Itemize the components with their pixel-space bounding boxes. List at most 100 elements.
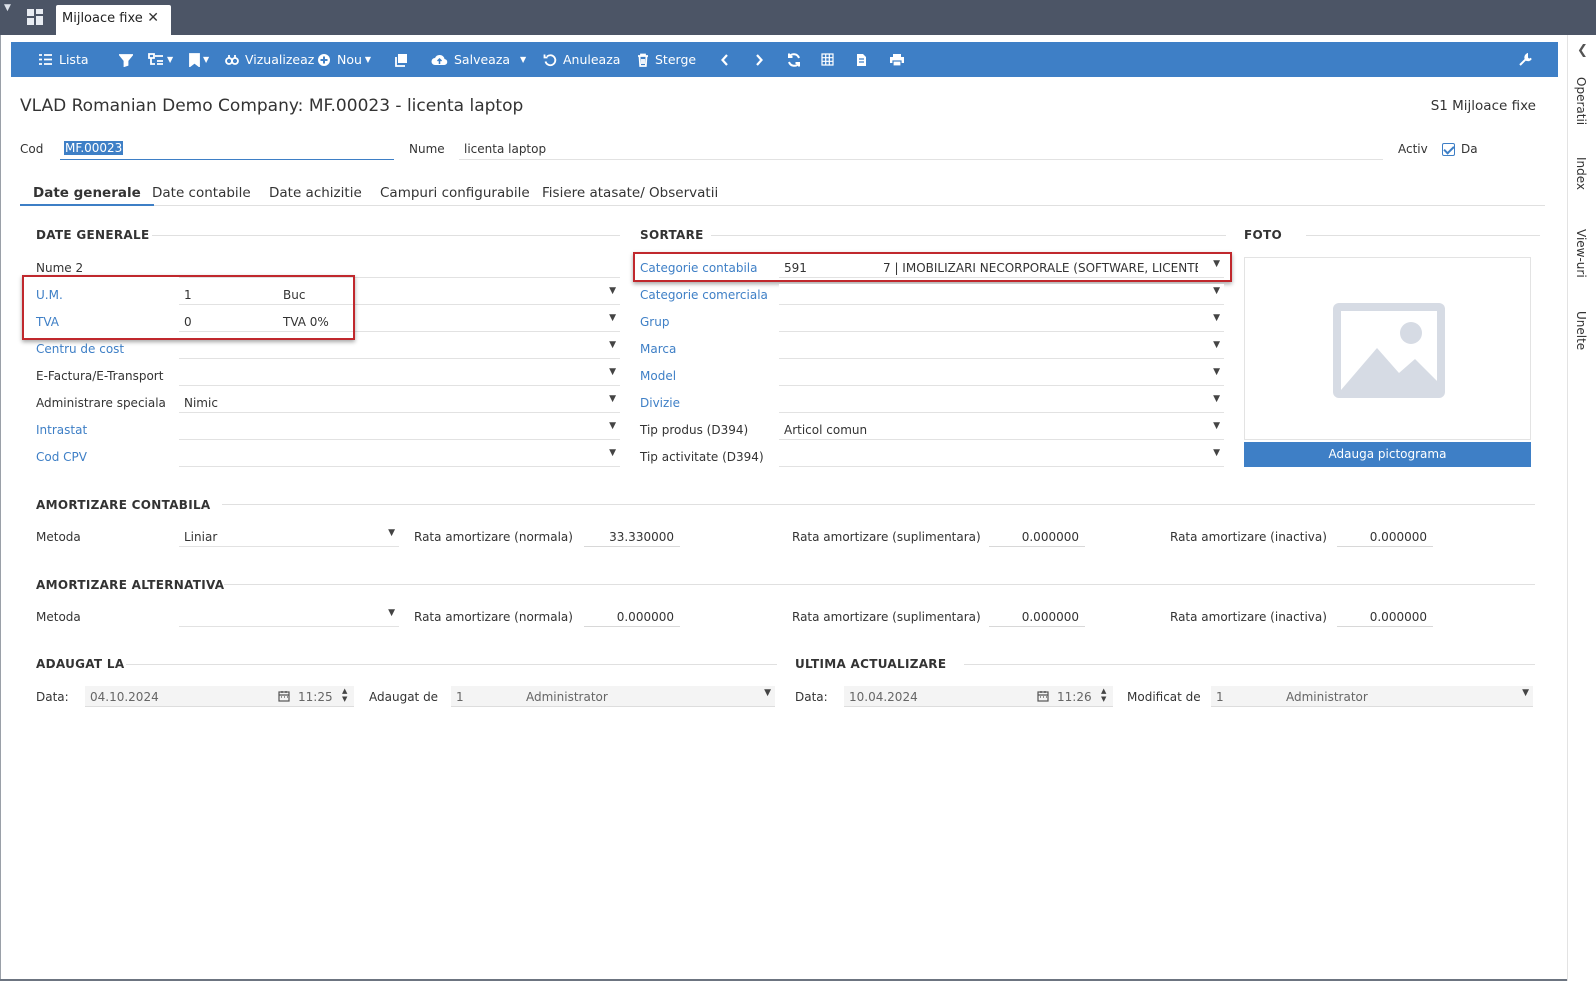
activ-checkbox[interactable] [1442, 143, 1455, 156]
photo-placeholder[interactable] [1244, 257, 1531, 440]
cod-cpv-label[interactable]: Cod CPV [36, 450, 87, 464]
tab-date-achizitie[interactable]: Date achizitie [269, 179, 362, 206]
categorie-contabila-select[interactable]: 591 7 | IMOBILIZARI NECORPORALE (SOFTWAR… [779, 257, 1224, 278]
chevron-down-icon[interactable]: ▼ [609, 313, 616, 323]
grid-view-button[interactable] [821, 42, 834, 77]
categorie-comerciala-label[interactable]: Categorie comerciala [640, 288, 768, 302]
adauga-pictograma-button[interactable]: Adauga pictograma [1244, 442, 1531, 467]
previous-record-button[interactable] [720, 42, 730, 77]
tip-produs-select[interactable]: Articol comun ▼ [779, 419, 1224, 440]
chevron-down-icon[interactable]: ▼ [609, 286, 616, 296]
model-label[interactable]: Model [640, 369, 676, 383]
side-panel-view-uri[interactable]: View-uri [1574, 229, 1588, 278]
divizie-label[interactable]: Divizie [640, 396, 680, 410]
categorie-comerciala-select[interactable]: ▼ [779, 284, 1224, 305]
tab-bar: Date generale Date contabile Date achizi… [20, 179, 1545, 206]
grup-label[interactable]: Grup [640, 315, 669, 329]
side-panel-index[interactable]: Index [1574, 157, 1588, 190]
calendar-icon[interactable] [1037, 690, 1049, 702]
tools-button[interactable] [1518, 42, 1532, 77]
marca-select[interactable]: ▼ [779, 338, 1224, 359]
refresh-button[interactable] [786, 42, 802, 77]
tip-activitate-select[interactable]: ▼ [779, 446, 1224, 467]
rata-inactiva-input[interactable]: 0.000000 [1337, 526, 1433, 547]
chevron-down-icon[interactable]: ▼ [1213, 340, 1220, 350]
salveaza-button[interactable]: Salveaza ▼ [431, 42, 526, 77]
vizualizeaza-button[interactable]: Vizualizeaz [225, 42, 314, 77]
chevron-down-icon[interactable]: ▼ [1522, 688, 1529, 698]
sterge-button[interactable]: Sterge [637, 42, 696, 77]
print-button[interactable] [889, 42, 905, 77]
administrare-speciala-select[interactable]: Nimic ▼ [179, 392, 620, 413]
tab-campuri-configurabile[interactable]: Campuri configurabile [380, 179, 530, 206]
chevron-down-icon[interactable]: ▼ [1213, 367, 1220, 377]
efactura-select[interactable]: ▼ [179, 365, 620, 386]
chevron-down-icon[interactable]: ▼ [609, 421, 616, 431]
chevron-down-icon[interactable]: ▼ [609, 394, 616, 404]
chevron-down-icon[interactable]: ▼ [609, 448, 616, 458]
rata-normala-input[interactable]: 33.330000 [584, 526, 680, 547]
cod-cpv-select[interactable]: ▼ [179, 446, 620, 467]
chevron-down-icon[interactable]: ▼ [1213, 286, 1220, 296]
rata-suplimentara-alt-input[interactable]: 0.000000 [989, 606, 1085, 627]
metoda-alternativa-select[interactable]: ▼ [179, 606, 399, 627]
side-panel-unelte[interactable]: Unelte [1574, 311, 1588, 350]
centru-cost-select[interactable]: ▼ [179, 338, 620, 359]
copy-button[interactable] [394, 42, 408, 77]
nume-input[interactable]: licenta laptop [459, 138, 1383, 160]
chevron-down-icon[interactable]: ▼ [609, 340, 616, 350]
chevron-down-icon[interactable]: ▼ [1213, 421, 1220, 431]
tab-date-generale[interactable]: Date generale [20, 179, 154, 206]
modificat-de-select[interactable]: 1 Administrator ▼ [1211, 686, 1533, 707]
data-adaugare-input[interactable]: 04.10.2024 11:25 ▲ ▼ [85, 686, 354, 707]
intrastat-label[interactable]: Intrastat [36, 423, 87, 437]
marca-label[interactable]: Marca [640, 342, 676, 356]
time-spinner-icon[interactable]: ▲ ▼ [342, 687, 347, 703]
close-tab-icon[interactable]: ✕ [147, 10, 159, 26]
side-panel-operatii[interactable]: Operatii [1574, 77, 1588, 125]
menu-triangle-icon[interactable]: ▼ [4, 3, 11, 13]
tree-view-button[interactable]: ▼ [148, 42, 173, 77]
tva-select[interactable]: 0 TVA 0% ▼ [179, 311, 620, 332]
section-divider [711, 235, 1226, 236]
tab-date-contabile[interactable]: Date contabile [152, 179, 251, 206]
chevron-down-icon[interactable]: ▼ [609, 367, 616, 377]
rata-suplimentara-input[interactable]: 0.000000 [989, 526, 1085, 547]
categorie-contabila-label[interactable]: Categorie contabila [640, 261, 758, 275]
divizie-select[interactable]: ▼ [779, 392, 1224, 413]
anuleaza-button[interactable]: Anuleaza [543, 42, 620, 77]
lista-button[interactable]: Lista [38, 42, 89, 77]
chevron-down-icon[interactable]: ▼ [1213, 448, 1220, 458]
collapse-panel-icon[interactable]: ❮ [1577, 43, 1588, 58]
data-actualizare-input[interactable]: 10.04.2024 11:26 ▲ ▼ [844, 686, 1113, 707]
document-tab-mijloace-fixe[interactable]: Mijloace fixe ✕ [56, 5, 171, 35]
um-select[interactable]: 1 Buc ▼ [179, 284, 620, 305]
time-spinner-icon[interactable]: ▲ ▼ [1101, 687, 1106, 703]
grup-select[interactable]: ▼ [779, 311, 1224, 332]
um-label[interactable]: U.M. [36, 288, 63, 302]
tab-fisiere-atasate[interactable]: Fisiere atasate/ Observatii [542, 179, 718, 206]
filter-button[interactable] [119, 42, 133, 77]
rata-normala-alt-input[interactable]: 0.000000 [584, 606, 680, 627]
tva-label[interactable]: TVA [36, 315, 59, 329]
intrastat-select[interactable]: ▼ [179, 419, 620, 440]
apps-grid-icon[interactable] [27, 9, 44, 26]
cod-input[interactable]: MF.00023 [60, 138, 394, 160]
chevron-down-icon[interactable]: ▼ [1213, 394, 1220, 404]
chevron-down-icon[interactable]: ▼ [388, 608, 395, 618]
model-select[interactable]: ▼ [779, 365, 1224, 386]
calendar-icon[interactable] [278, 690, 290, 702]
chevron-down-icon[interactable]: ▼ [1213, 259, 1220, 269]
metoda-select[interactable]: Liniar ▼ [179, 526, 399, 547]
bookmark-button[interactable]: ▼ [189, 42, 209, 77]
chevron-down-icon[interactable]: ▼ [388, 528, 395, 538]
next-record-button[interactable] [754, 42, 764, 77]
centru-cost-label[interactable]: Centru de cost [36, 342, 124, 356]
nume2-input[interactable] [179, 257, 620, 278]
nou-button[interactable]: Nou ▼ [317, 42, 371, 77]
chevron-down-icon[interactable]: ▼ [764, 688, 771, 698]
chevron-down-icon[interactable]: ▼ [1213, 313, 1220, 323]
adaugat-de-select[interactable]: 1 Administrator ▼ [451, 686, 775, 707]
document-button[interactable] [856, 42, 867, 77]
rata-inactiva-alt-input[interactable]: 0.000000 [1337, 606, 1433, 627]
